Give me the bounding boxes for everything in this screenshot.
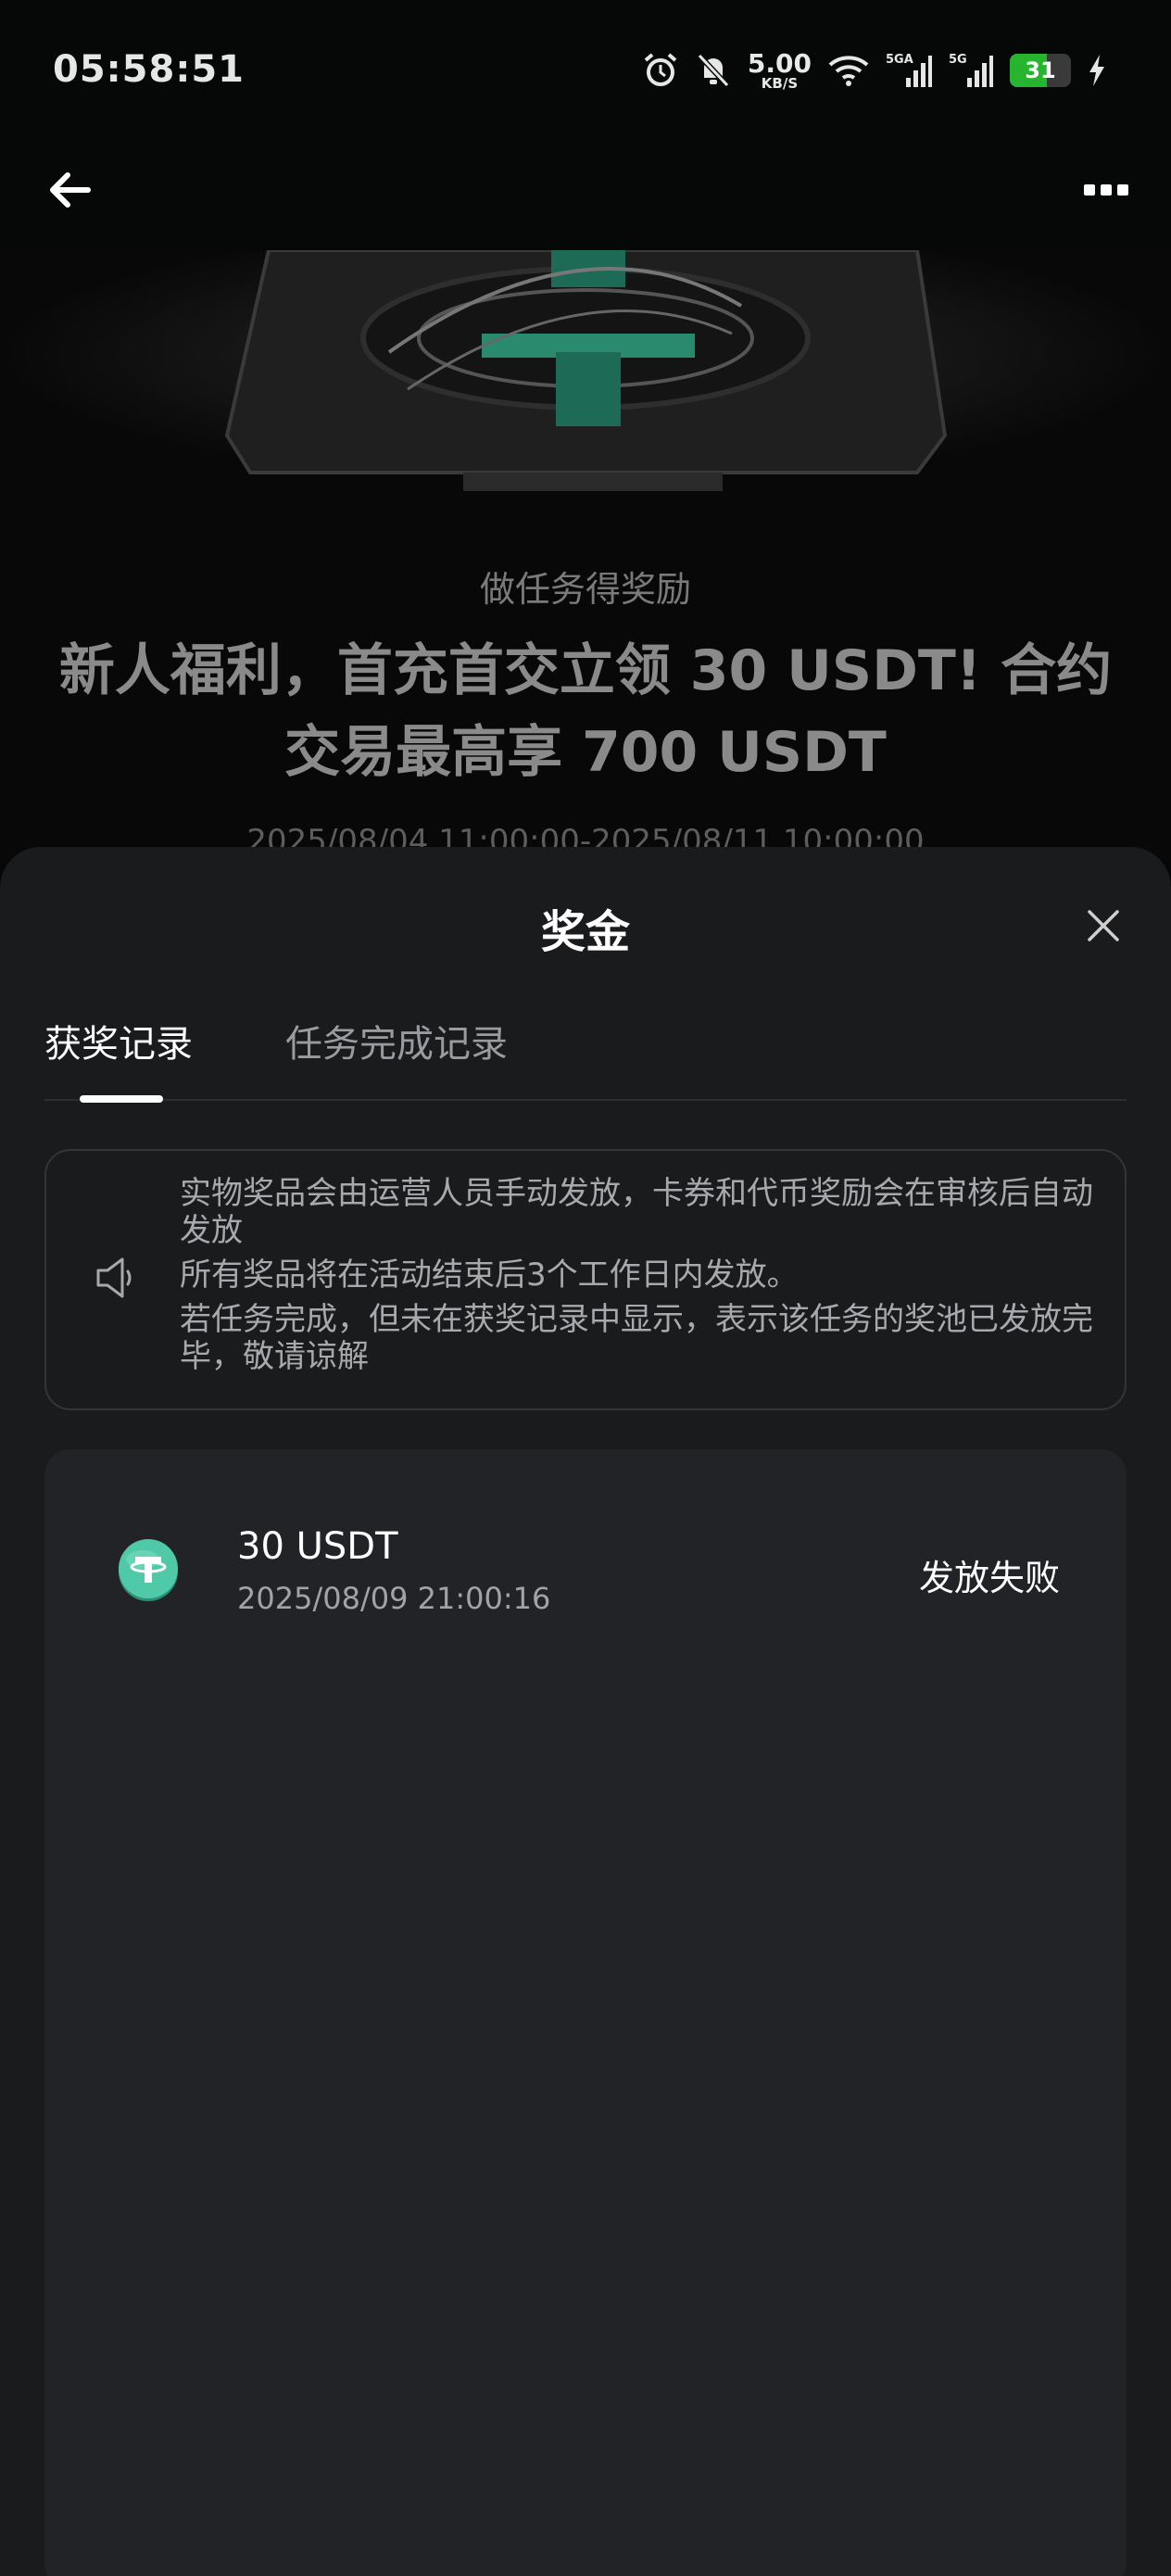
wifi-icon <box>828 56 869 86</box>
record-amount: 30 USDT <box>237 1525 398 1568</box>
hero-image <box>0 250 1171 510</box>
net-speed-value: 5.00 <box>747 47 812 79</box>
notice-line: 若任务完成，但未在获奖记录中显示，表示该任务的奖池已发放完毕，敬请谅解 <box>180 1301 1093 1375</box>
tab-award-records[interactable]: 获奖记录 <box>44 1014 193 1067</box>
records-list: 30 USDT 2025/08/09 21:00:16 发放失败 <box>44 1449 1127 2576</box>
rewards-sheet: 奖金 获奖记录 任务完成记录 实物奖品会由运营人员手动发放，卡券和代币奖励会在审… <box>0 847 1171 2576</box>
tab-task-records[interactable]: 任务完成记录 <box>285 1014 508 1067</box>
screen: 05:58:51 5.00 KB/S 5GA 5G 31 做任务得奖励 新人福利… <box>0 0 1171 2576</box>
battery-icon: 31 <box>1010 54 1071 87</box>
sheet-title: 奖金 <box>540 906 630 958</box>
net-speed: 5.00 KB/S <box>747 47 812 92</box>
charging-icon <box>1089 55 1104 86</box>
battery-level: 31 <box>1025 57 1056 83</box>
hero-banner: 做任务得奖励 新人福利，首充首交立领 30 USDT! 合约交易最高享 700 … <box>0 250 1171 862</box>
net-speed-unit: KB/S <box>761 74 799 92</box>
top-nav <box>0 139 1171 250</box>
speaker-icon <box>96 1257 132 1298</box>
back-button[interactable] <box>37 162 102 218</box>
notice-box: 实物奖品会由运营人员手动发放，卡券和代币奖励会在审核后自动发放 所有奖品将在活动… <box>44 1149 1127 1410</box>
notice-line: 所有奖品将在活动结束后3个工作日内发放。 <box>180 1256 799 1294</box>
tab-indicator <box>80 1095 163 1103</box>
notice-line: 实物奖品会由运营人员手动发放，卡券和代币奖励会在审核后自动发放 <box>180 1175 1093 1249</box>
record-status: 发放失败 <box>918 1558 1060 1598</box>
close-button[interactable] <box>1080 903 1127 949</box>
more-button[interactable] <box>1069 162 1143 218</box>
alarm-icon <box>644 53 677 86</box>
mute-icon <box>697 53 730 88</box>
status-time: 05:58:51 <box>53 48 245 91</box>
status-icons: 5.00 KB/S 5GA 5G 31 <box>642 46 1106 95</box>
more-dots-icon <box>1084 184 1128 196</box>
tab-bar: 获奖记录 任务完成记录 <box>44 1004 1127 1103</box>
arrow-left-icon <box>50 172 91 208</box>
usdt-icon <box>119 1539 178 1601</box>
signal-1-label: 5GA <box>886 53 913 67</box>
signal-icon: 5GA <box>886 53 932 87</box>
signal-icon: 5G <box>949 53 993 87</box>
notice-text: 实物奖品会由运营人员手动发放，卡券和代币奖励会在审核后自动发放 所有奖品将在活动… <box>180 1175 1097 1383</box>
hero-subtitle: 做任务得奖励 <box>479 569 691 610</box>
record-time: 2025/08/09 21:00:16 <box>237 1581 551 1616</box>
status-bar: 05:58:51 5.00 KB/S 5GA 5G 31 <box>0 0 1171 139</box>
close-icon <box>1088 910 1119 941</box>
hero-title: 新人福利，首充首交立领 30 USDT! 合约交易最高享 700 USDT <box>58 638 1113 785</box>
signal-2-label: 5G <box>949 53 967 67</box>
